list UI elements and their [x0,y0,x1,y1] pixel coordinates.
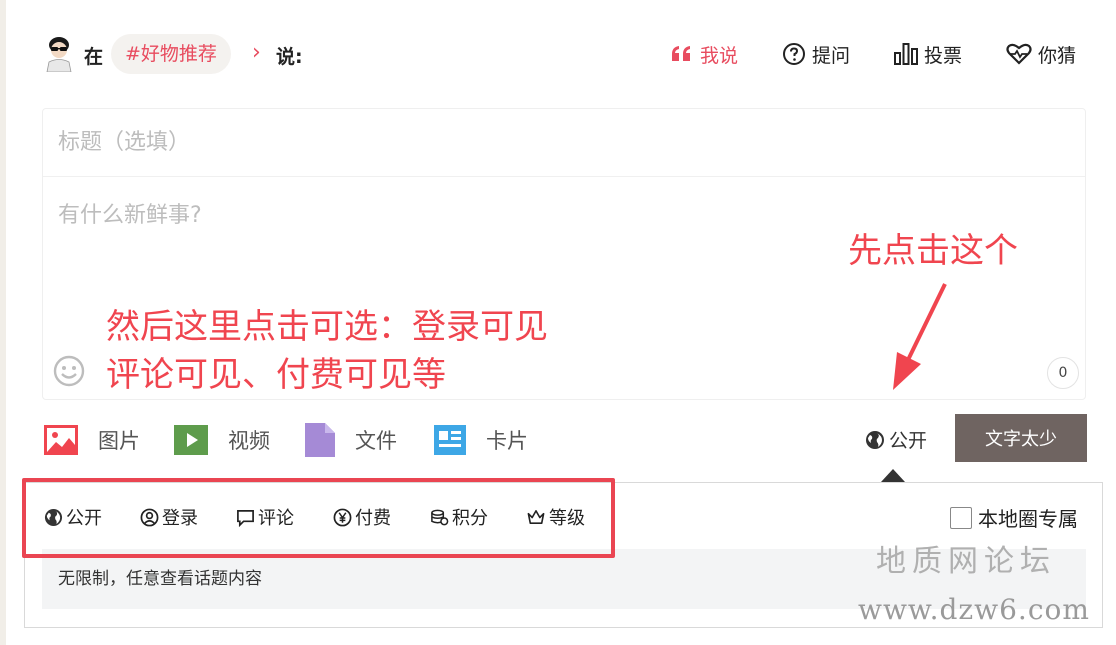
dropdown-caret [881,469,905,482]
annotation-click-first: 先点击这个 [848,231,1018,271]
image-icon [44,425,78,455]
quote-icon [670,45,694,63]
annotation-arrow [893,283,947,390]
tab-label: 提问 [812,44,851,67]
toolbar-label: 视频 [228,429,270,453]
toolbar-video[interactable]: 视频 [174,420,270,460]
in-label: 在 [84,46,104,68]
toolbar-image[interactable]: 图片 [44,420,140,460]
toolbar-label: 文件 [355,429,397,453]
heart-pulse-icon [1006,43,1032,65]
watermark-url: www.dzw6.com [858,593,1090,626]
say-label: 说: [276,46,303,68]
annotation-then-line2: 评论可见、付费可见等 [106,355,446,395]
toolbar-label: 图片 [98,429,140,453]
toolbar-label: 卡片 [486,429,528,453]
video-icon [174,425,208,455]
card-icon [434,425,466,455]
chevron-right-icon: › [252,40,261,65]
submit-button[interactable]: 文字太少 [955,414,1087,462]
tab-label: 我说 [700,44,739,67]
tab-label: 你猜 [1038,44,1077,67]
char-counter: 0 [1047,357,1079,389]
local-only-checkbox[interactable]: 本地圈专属 [950,503,1078,532]
annotation-highlight-box [22,478,615,558]
tab-guess[interactable]: 你猜 [1006,40,1076,68]
topic-chip[interactable]: #好物推荐 [111,34,231,74]
tab-vote[interactable]: 投票 [894,40,962,68]
visibility-toggle[interactable]: 公开 [865,426,927,453]
bar-chart-icon [894,43,918,65]
tab-label: 投票 [924,44,963,67]
tab-say[interactable]: 我说 [670,40,738,68]
file-icon [305,423,335,457]
emoji-icon[interactable] [53,355,85,387]
local-only-label: 本地圈专属 [978,507,1078,531]
avatar[interactable] [44,36,74,72]
watermark-name: 地质网论坛 [876,544,1056,579]
post-composer: 在 #好物推荐 › 说: 我说 提问 投票 你猜 0 [0,0,1116,645]
toolbar-file[interactable]: 文件 [305,420,397,460]
globe-icon [866,430,884,449]
annotation-then-line1: 然后这里点击可选：登录可见 [106,307,548,347]
page-edge [0,0,6,645]
checkbox-box[interactable] [950,506,972,529]
question-icon [782,42,806,66]
toolbar-card[interactable]: 卡片 [434,420,528,460]
visibility-label: 公开 [889,430,928,452]
tab-ask[interactable]: 提问 [782,40,850,68]
title-input[interactable] [43,109,1085,177]
